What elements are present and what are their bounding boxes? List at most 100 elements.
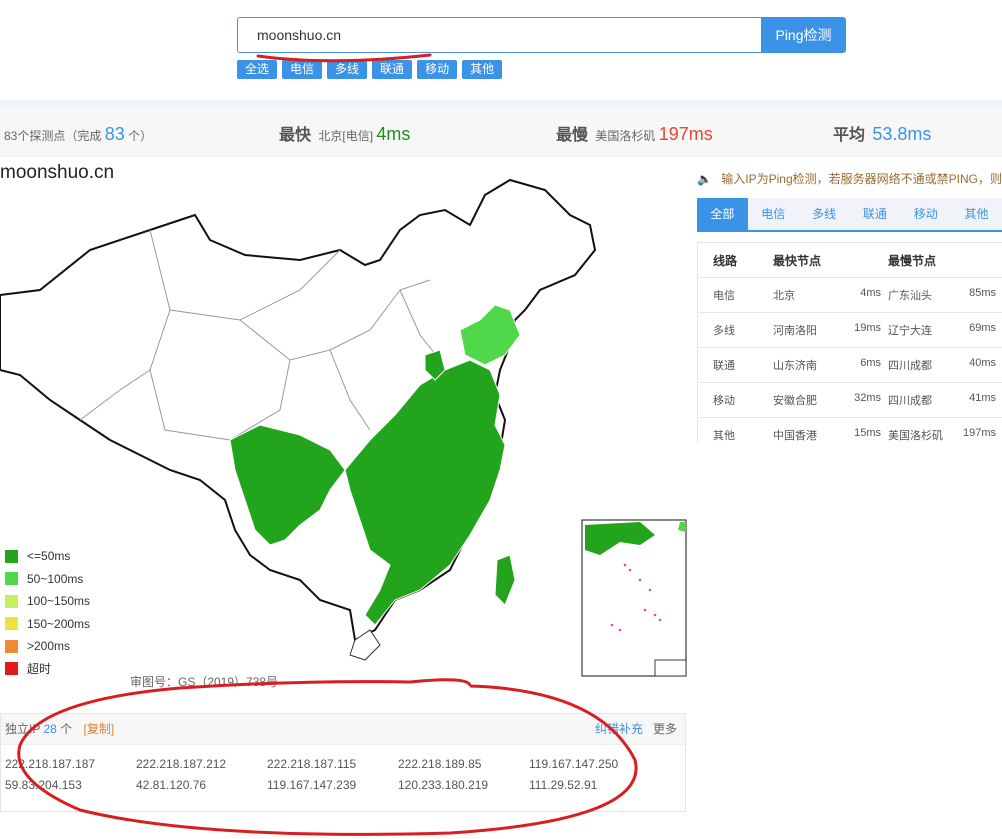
ip-address[interactable]: 222.218.189.85: [398, 754, 529, 775]
average-stat: 平均 53.8ms: [833, 112, 931, 156]
node-table-wrap: 线路 最快节点 最慢节点 电信 北京 4ms 广东汕头 85ms 多线 河南洛阳 19…: [697, 242, 1002, 443]
legend-item: 50~100ms: [5, 568, 90, 591]
slow-ms: 69ms: [969, 322, 996, 334]
ip-panel: 独立IP 28 个 [复制] 纠错补充 更多 222.218.187.187 2…: [0, 713, 686, 812]
ip-address[interactable]: 59.83.204.153: [5, 775, 136, 796]
node-table: 线路 最快节点 最慢节点 电信 北京 4ms 广东汕头 85ms 多线 河南洛阳 19…: [698, 243, 1002, 443]
completed-count: 83: [104, 124, 125, 144]
legend-swatch: [5, 572, 18, 586]
fastest-value: 4ms: [376, 124, 411, 144]
copy-ip-button[interactable]: [复制]: [84, 722, 115, 736]
filter-mobile[interactable]: 移动: [417, 60, 458, 79]
tab-multiline[interactable]: 多线: [799, 198, 850, 230]
average-label: 平均: [833, 127, 866, 144]
tab-unicom[interactable]: 联通: [849, 198, 900, 230]
fast-node: 河南洛阳: [773, 325, 817, 337]
ip-grid: 222.218.187.187 222.218.187.212 222.218.…: [5, 754, 660, 796]
ip-address[interactable]: 222.218.187.212: [136, 754, 267, 775]
ip-row: 222.218.187.187 222.218.187.212 222.218.…: [5, 754, 660, 775]
ip-count-line: 独立IP 28 个 [复制]: [5, 714, 114, 744]
tab-mobile[interactable]: 移动: [900, 198, 951, 230]
slowest-location: 美国洛杉矶: [595, 129, 656, 143]
map-approval-number: 审图号：GS（2019）738号: [130, 675, 279, 689]
correct-link[interactable]: 纠错补充: [595, 714, 643, 744]
line-tabs: 全部 电信 多线 联通 移动 其他: [697, 198, 1002, 232]
ip-address[interactable]: 222.218.187.115: [267, 754, 398, 775]
more-link[interactable]: 更多: [653, 714, 677, 744]
line-link[interactable]: 电信: [698, 277, 773, 313]
filter-multiline[interactable]: 多线: [327, 60, 368, 79]
filter-unicom[interactable]: 联通: [372, 60, 413, 79]
legend-label: 100~150ms: [27, 594, 91, 609]
slow-node: 辽宁大连: [888, 325, 932, 337]
header-slowest: 最慢节点: [888, 243, 1002, 278]
ip-address[interactable]: 42.81.120.76: [136, 775, 267, 796]
ip-row: 59.83.204.153 42.81.120.76 119.167.147.2…: [5, 775, 660, 796]
ip-address[interactable]: 111.29.52.91: [529, 775, 660, 796]
ip-count: 28: [43, 722, 57, 736]
fast-ms: 32ms: [854, 392, 881, 404]
legend-item: 150~200ms: [5, 613, 90, 636]
line-link[interactable]: 联通: [698, 347, 773, 383]
filter-telecom[interactable]: 电信: [282, 60, 323, 79]
fast-ms: 19ms: [854, 322, 881, 334]
legend-item: >200ms: [5, 635, 90, 658]
fast-node: 山东济南: [773, 360, 817, 372]
legend-label: >200ms: [27, 639, 71, 654]
legend-swatch: [5, 639, 18, 653]
table-row: 移动 安徽合肥 32ms 四川成都 41ms: [698, 382, 1002, 418]
slow-ms: 40ms: [969, 357, 996, 369]
ip-address[interactable]: 119.167.147.239: [267, 775, 398, 796]
tab-all[interactable]: 全部: [697, 198, 748, 230]
fast-ms: 6ms: [860, 357, 881, 369]
probe-summary: 83个探测点（完成 83 个）: [4, 112, 152, 156]
table-row: 多线 河南洛阳 19ms 辽宁大连 69ms: [698, 312, 1002, 348]
legend-swatch: [5, 662, 18, 676]
ip-panel-header: 独立IP 28 个 [复制] 纠错补充 更多: [1, 714, 685, 745]
legend-swatch: [5, 549, 18, 563]
ip-address[interactable]: 120.233.180.219: [398, 775, 529, 796]
fast-node: 北京: [773, 290, 795, 302]
tab-other[interactable]: 其他: [951, 198, 1002, 230]
legend-label: 超时: [27, 662, 52, 677]
notice-banner: 🔈 输入IP为Ping检测，若服务器网络不通或禁PING，则: [697, 170, 1002, 187]
slow-ms: 41ms: [969, 392, 996, 404]
table-row: 联通 山东济南 6ms 四川成都 40ms: [698, 347, 1002, 383]
map-legend: <=50ms 50~100ms 100~150ms 150~200ms >200…: [5, 545, 90, 680]
header-fastest: 最快节点: [773, 243, 888, 278]
ip-address[interactable]: 119.167.147.250: [529, 754, 660, 775]
notice-text: 输入IP为Ping检测，若服务器网络不通或禁PING，则: [721, 172, 1002, 186]
legend-item: <=50ms: [5, 545, 90, 568]
filter-other[interactable]: 其他: [462, 60, 503, 79]
search-box: [237, 17, 761, 53]
line-link[interactable]: 移动: [698, 382, 773, 418]
line-link[interactable]: 多线: [698, 312, 773, 348]
search-input[interactable]: [238, 18, 761, 52]
slow-ms: 85ms: [969, 287, 996, 299]
china-ping-map: [0, 178, 687, 677]
legend-label: 50~100ms: [27, 571, 84, 586]
fast-node: 中国香港: [773, 430, 817, 442]
divider-band: [0, 100, 1002, 112]
slowest-label: 最慢: [556, 127, 589, 144]
ip-count-unit: 个: [60, 722, 73, 736]
slow-node: 广东汕头: [888, 290, 932, 302]
ip-address[interactable]: 222.218.187.187: [5, 754, 136, 775]
probe-text: 83个探测点（完成: [4, 129, 102, 143]
tab-telecom[interactable]: 电信: [748, 198, 799, 230]
legend-swatch: [5, 617, 18, 631]
slow-node: 四川成都: [888, 360, 932, 372]
ip-label: 独立IP: [5, 722, 41, 736]
fastest-stat: 最快 北京[电信] 4ms: [279, 112, 410, 156]
filter-row: 全选 电信 多线 联通 移动 其他: [237, 60, 503, 79]
legend-item: 100~150ms: [5, 590, 90, 613]
ping-button[interactable]: Ping检测: [761, 17, 846, 53]
fastest-location: 北京[电信]: [318, 129, 374, 143]
slow-ms: 197ms: [962, 427, 996, 439]
probe-suffix: 个）: [128, 129, 153, 143]
line-link[interactable]: 其他: [698, 417, 773, 443]
filter-select-all[interactable]: 全选: [237, 60, 278, 79]
legend-item: 超时: [5, 658, 90, 681]
legend-swatch: [5, 594, 18, 608]
slow-node: 美国洛杉矶: [888, 430, 943, 442]
